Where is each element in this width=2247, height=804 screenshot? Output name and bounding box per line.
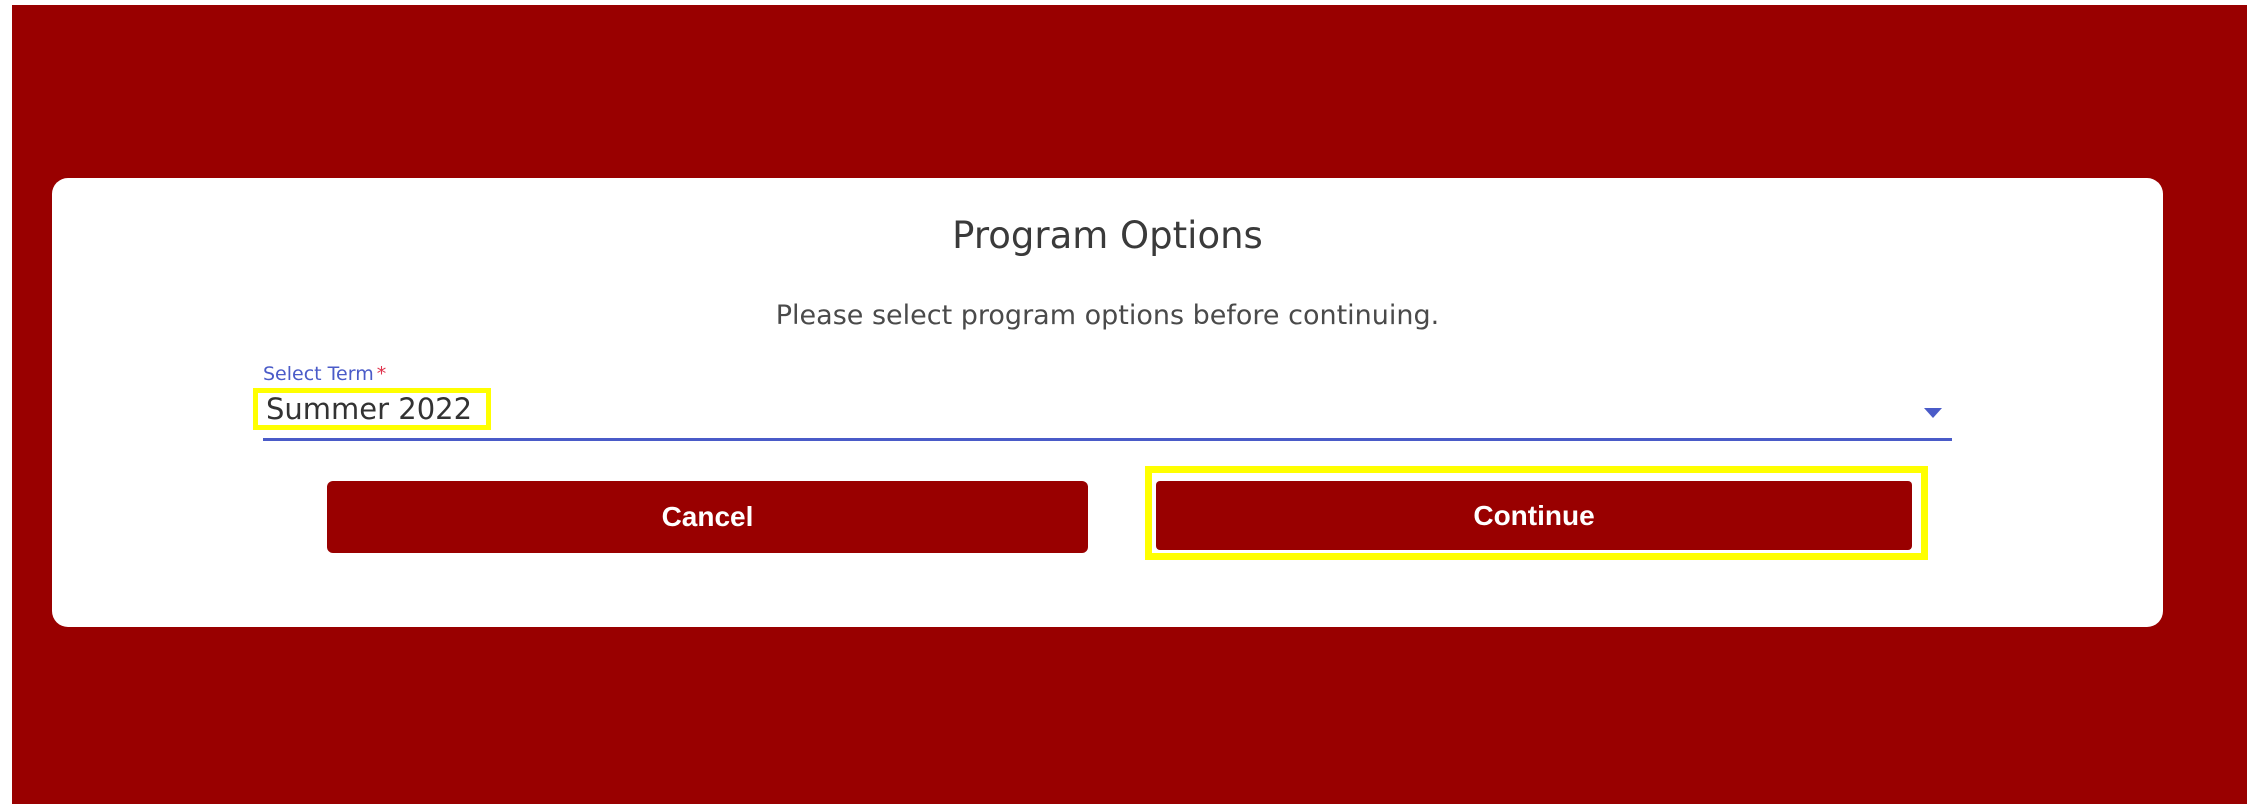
program-options-dialog: Program Options Please select program op… (52, 178, 2163, 627)
cancel-button[interactable]: Cancel (327, 481, 1088, 553)
dialog-subtitle: Please select program options before con… (775, 300, 1440, 331)
select-term-value[interactable]: Summer 2022 (253, 388, 492, 430)
select-term-label-text: Select Term (263, 363, 374, 385)
caret-down-icon[interactable] (1924, 408, 1942, 418)
continue-button[interactable]: Continue (1156, 481, 1912, 550)
dialog-title: Program Options (952, 214, 1263, 257)
page-background: Program Options Please select program op… (12, 5, 2247, 804)
required-marker: * (376, 363, 387, 385)
select-term-dropdown[interactable]: Summer 2022 (253, 388, 1952, 441)
select-term-label: Select Term * (263, 363, 386, 385)
